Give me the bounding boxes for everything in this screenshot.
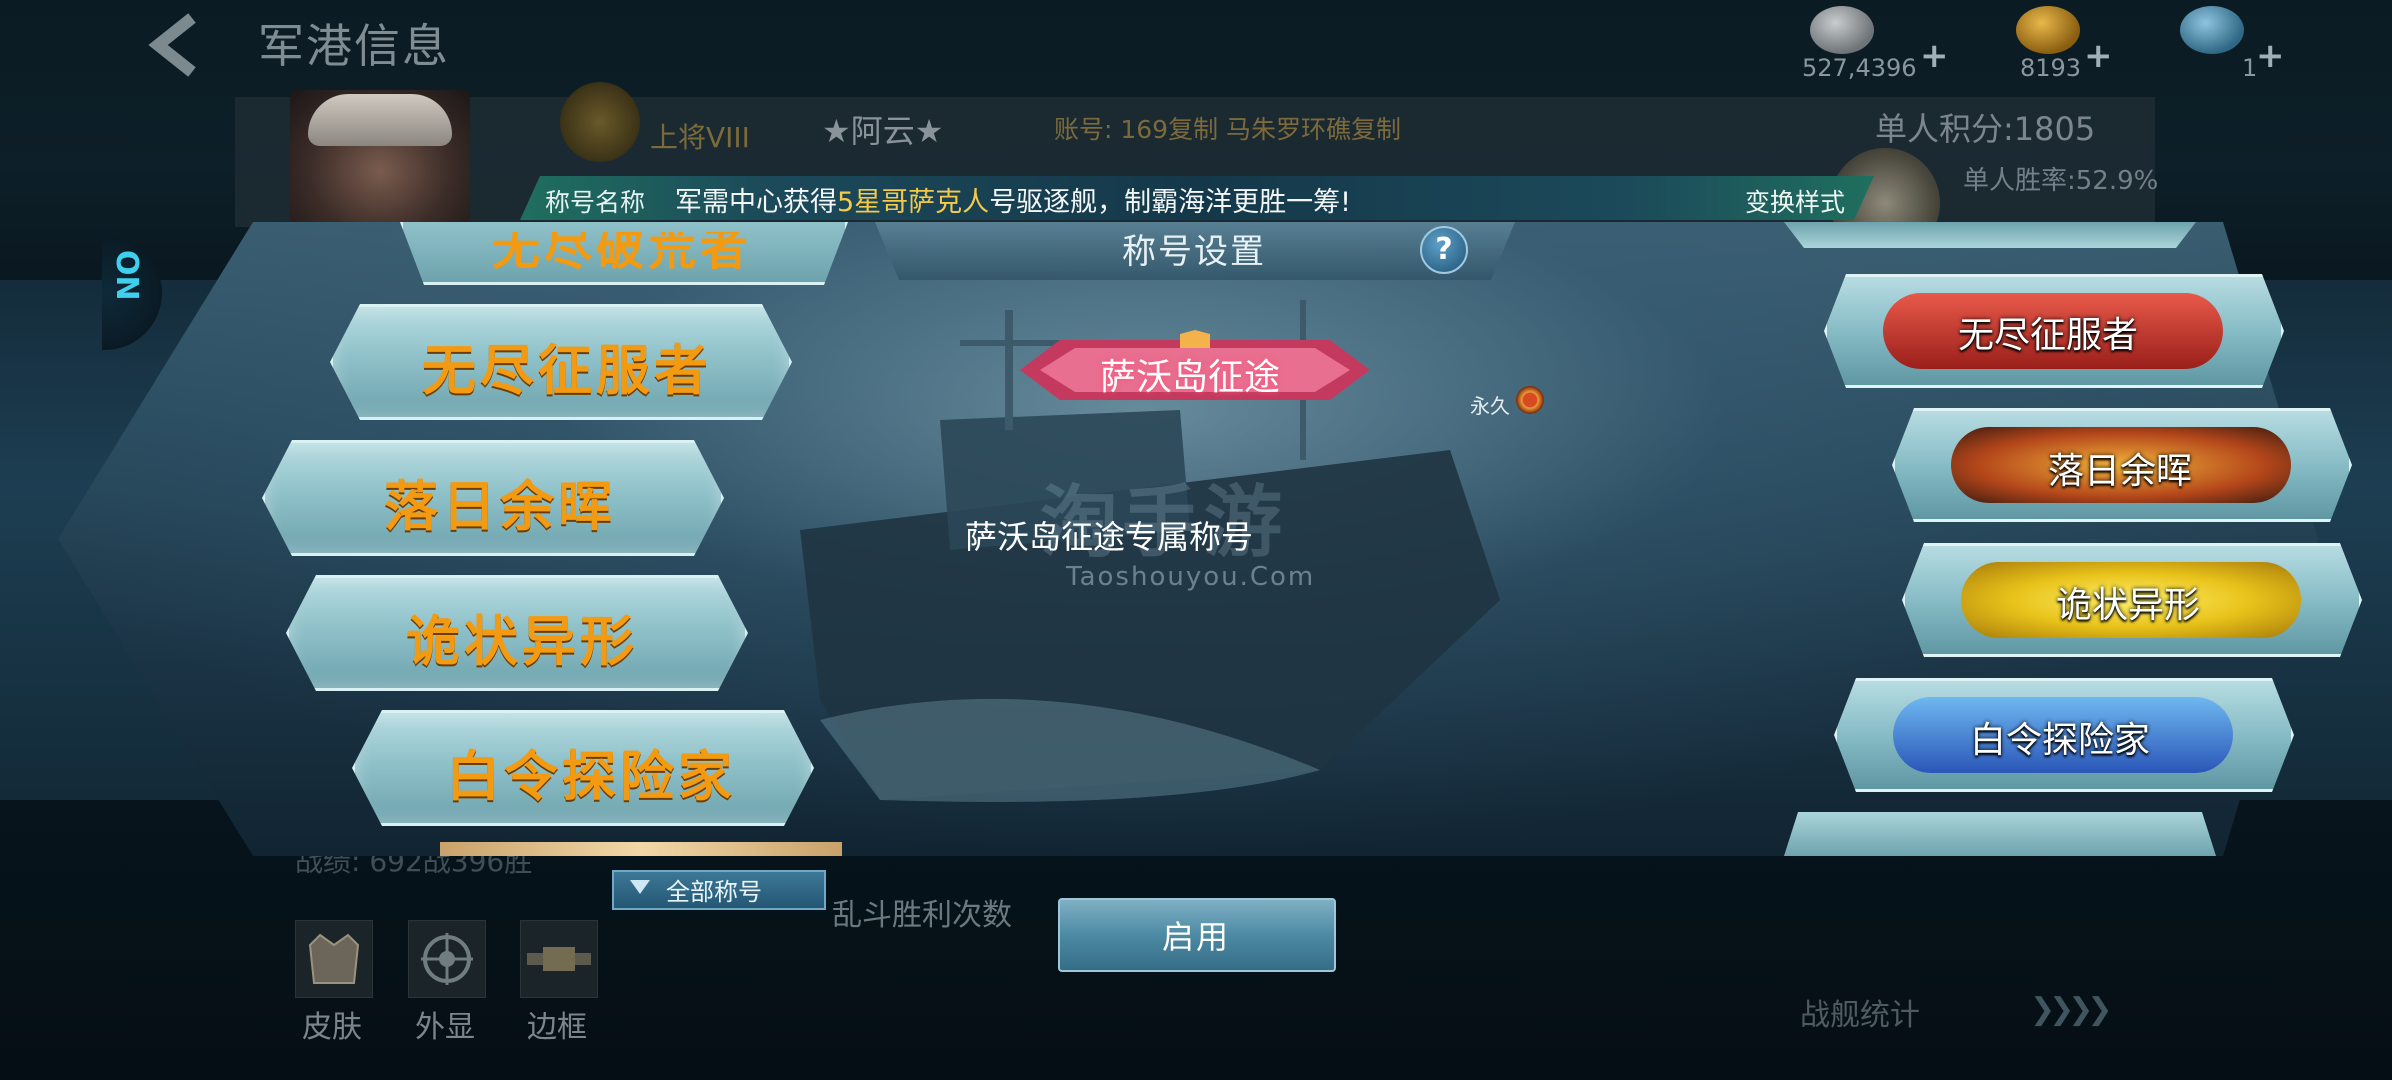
- chevrons-right-icon[interactable]: ❯❯❯❯: [2030, 992, 2113, 1027]
- silver-plus-icon[interactable]: +: [1920, 36, 1949, 76]
- preview-card-label: 诡状异形: [2056, 585, 2201, 626]
- blue-gem-icon: [2180, 6, 2244, 54]
- rank-badge-icon: [560, 82, 640, 162]
- banner-label: 称号名称: [545, 188, 646, 217]
- winrate-text: 单人胜率:52.9%: [1963, 166, 2159, 196]
- announcement-text-pre: 军需中心获得: [675, 187, 837, 218]
- account-text[interactable]: 账号: 169复制 马朱罗环礁复制: [1054, 110, 1401, 146]
- wheel-icon: [421, 933, 473, 985]
- filter-dropdown-label: 全部称号: [666, 878, 762, 906]
- score-text: 单人积分:1805: [1875, 110, 2096, 148]
- change-style-button[interactable]: 变换样式: [1745, 183, 1845, 219]
- preview-card-partial-bottom[interactable]: [1784, 812, 2216, 856]
- page-title: 军港信息: [258, 19, 450, 73]
- captain-cap-icon: [308, 94, 452, 146]
- preview-card-label: 无尽征服者: [1958, 315, 2139, 356]
- jacket-icon: [308, 933, 360, 984]
- preview-card-label: 白令探险家: [1970, 720, 2151, 761]
- gem-value: 1: [2242, 54, 2258, 82]
- silver-coin-value: 527,4396: [1802, 54, 1917, 82]
- back-arrow-icon: [148, 13, 196, 77]
- preview-card-partial-top[interactable]: [1784, 222, 2196, 248]
- skin-button[interactable]: [295, 920, 373, 998]
- help-button[interactable]: ?: [1420, 226, 1468, 274]
- preview-card-label: 落日余晖: [2048, 451, 2193, 492]
- clock-icon: [1516, 386, 1544, 414]
- selected-title-name: 萨沃岛征途: [1100, 357, 1281, 398]
- appearance-label: 外显: [415, 1010, 475, 1045]
- melee-wins-label: 乱斗胜利次数: [832, 898, 1012, 933]
- gold-coin-icon: [2016, 6, 2080, 54]
- gold-coin-value: 8193: [2020, 54, 2082, 82]
- back-button[interactable]: [140, 12, 210, 78]
- watermark-url: Taoshouyou.Com: [1066, 562, 1316, 592]
- gem-plus-icon[interactable]: +: [2256, 36, 2285, 76]
- skin-label: 皮肤: [302, 1010, 362, 1045]
- title-list-item-label: 白令探险家: [446, 745, 736, 808]
- frame-button[interactable]: [520, 920, 598, 998]
- rank-text: 上将VIII: [650, 121, 750, 154]
- title-list-item-label: 诡状异形: [406, 610, 638, 673]
- frame-label: 边框: [527, 1010, 587, 1045]
- announcement-text: 军需中心获得5星哥萨克人号驱逐舰，制霸海洋更胜一筹!: [675, 180, 1351, 219]
- appearance-button[interactable]: [408, 920, 486, 998]
- announcement-text-post: 号驱逐舰，制霸海洋更胜一筹!: [989, 187, 1352, 218]
- title-list-item-label: 无尽征服者: [422, 339, 712, 402]
- dropdown-arrow-icon: [630, 880, 650, 894]
- title-list-item-label: 落日余晖: [384, 475, 616, 538]
- avatar[interactable]: [290, 90, 470, 225]
- gem-counter[interactable]: 1 +: [2160, 6, 2285, 86]
- enable-button-label: 启用: [1162, 918, 1231, 956]
- silver-coin-icon: [1810, 6, 1874, 54]
- ship-stats-link[interactable]: 战舰统计: [1800, 990, 1920, 1034]
- gold-coin-counter[interactable]: 8193 +: [1996, 6, 2116, 86]
- title-description: 萨沃岛征途专属称号: [965, 518, 1254, 556]
- frame-icon: [527, 947, 591, 971]
- title-list-item-partial-bottom[interactable]: [440, 842, 842, 856]
- dialog-title: 称号设置: [1122, 232, 1266, 272]
- side-tab-label: ON: [109, 250, 144, 301]
- announcement-highlight: 5星哥萨克人: [837, 187, 990, 218]
- silver-coin-counter[interactable]: 527,4396 +: [1790, 6, 1950, 86]
- player-name: ★阿云★: [822, 112, 944, 150]
- duration-label: 永久: [1470, 394, 1510, 418]
- gold-plus-icon[interactable]: +: [2084, 36, 2113, 76]
